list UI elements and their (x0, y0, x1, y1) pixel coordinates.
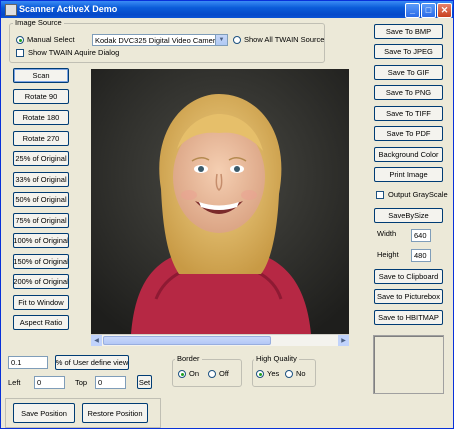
selected-source: Kodak DVC325 Digital Video Camera (95, 35, 220, 45)
picturebox (373, 335, 444, 394)
maximize-button[interactable]: □ (421, 3, 436, 18)
save-to-picturebox-button[interactable]: Save to Picturebox (374, 289, 443, 304)
width-input[interactable]: 640 (411, 229, 431, 242)
quality-no-label: No (296, 369, 306, 378)
output-grayscale-checkbox[interactable] (376, 191, 384, 199)
height-label: Height (377, 250, 399, 259)
zoom-33-button[interactable]: 33% of Original (13, 172, 69, 187)
app-icon (5, 4, 17, 16)
restore-position-button[interactable]: Restore Position (82, 403, 148, 423)
left-label: Left (8, 378, 21, 387)
print-image-button[interactable]: Print Image (374, 167, 443, 182)
border-off-radio[interactable] (208, 370, 216, 378)
window-title: Scanner ActiveX Demo (19, 4, 118, 14)
show-all-radio[interactable] (233, 36, 241, 44)
main-window: Scanner ActiveX Demo _ □ ✕ Image Source … (0, 0, 454, 429)
fit-to-window-button[interactable]: Fit to Window (13, 295, 69, 310)
scroll-left-icon[interactable]: ◀ (91, 335, 102, 346)
show-all-label: Show All TWAIN Source (244, 35, 325, 44)
save-to-bmp-button[interactable]: Save To BMP (374, 24, 443, 39)
show-twain-dialog-checkbox[interactable] (16, 49, 24, 57)
save-by-size-button[interactable]: SaveBySize (374, 208, 443, 223)
border-on-radio[interactable] (178, 370, 186, 378)
save-to-png-button[interactable]: Save To PNG (374, 85, 443, 100)
save-to-clipboard-button[interactable]: Save to Clipboard (374, 269, 443, 284)
scroll-right-icon[interactable]: ▶ (338, 335, 349, 346)
image-preview[interactable] (91, 69, 349, 334)
save-to-gif-button[interactable]: Save To GIF (374, 65, 443, 80)
left-input[interactable]: 0 (34, 376, 65, 389)
minimize-button[interactable]: _ (405, 3, 420, 18)
image-source-title: Image Source (13, 18, 64, 27)
title-bar[interactable]: Scanner ActiveX Demo _ □ ✕ (1, 1, 453, 18)
user-define-view-button[interactable]: % of User define view (55, 355, 129, 370)
manual-select-label: Manual Select (27, 35, 75, 44)
scan-button[interactable]: Scan (13, 68, 69, 83)
zoom-150-button[interactable]: 150% of Original (13, 254, 69, 269)
border-off-label: Off (219, 369, 229, 378)
scrollbar-thumb[interactable] (103, 336, 271, 345)
save-to-tiff-button[interactable]: Save To TIFF (374, 106, 443, 121)
save-to-hbitmap-button[interactable]: Save to HBITMAP (374, 310, 443, 325)
set-position-button[interactable]: Set (137, 375, 152, 389)
zoom-25-button[interactable]: 25% of Original (13, 151, 69, 166)
close-button[interactable]: ✕ (437, 3, 452, 18)
border-on-label: On (189, 369, 200, 378)
rotate-90-button[interactable]: Rotate 90 (13, 89, 69, 104)
manual-select-radio[interactable] (16, 36, 24, 44)
rotate-270-button[interactable]: Rotate 270 (13, 131, 69, 146)
output-grayscale-label: Output GrayScale (388, 190, 448, 199)
top-label: Top (75, 378, 88, 387)
height-input[interactable]: 480 (411, 249, 431, 262)
show-twain-dialog-label: Show TWAIN Aquire Dialog (28, 48, 120, 57)
save-to-pdf-button[interactable]: Save To PDF (374, 126, 443, 141)
background-color-button[interactable]: Background Color (374, 147, 443, 162)
width-label: Width (377, 229, 397, 238)
border-title: Border (175, 354, 202, 363)
chevron-down-icon[interactable]: ▼ (215, 35, 227, 45)
rotate-180-button[interactable]: Rotate 180 (13, 110, 69, 125)
save-to-jpeg-button[interactable]: Save To JPEG (374, 44, 443, 59)
preview-horizontal-scrollbar[interactable]: ◀ ▶ (91, 334, 349, 346)
save-position-button[interactable]: Save Position (13, 403, 75, 423)
top-input[interactable]: 0 (95, 376, 126, 389)
zoom-75-button[interactable]: 75% of Original (13, 213, 69, 228)
user-zoom-input[interactable]: 0.1 (8, 356, 48, 369)
zoom-200-button[interactable]: 200% of Original (13, 274, 69, 289)
scanned-photo (91, 69, 349, 334)
quality-yes-radio[interactable] (256, 370, 264, 378)
aspect-ratio-button[interactable]: Aspect Ratio (13, 315, 69, 330)
zoom-100-button[interactable]: 100% of Original (13, 233, 69, 248)
high-quality-title: High Quality (254, 354, 299, 363)
quality-no-radio[interactable] (285, 370, 293, 378)
twain-source-select[interactable]: Kodak DVC325 Digital Video Camera ▼ (92, 34, 228, 46)
zoom-50-button[interactable]: 50% of Original (13, 192, 69, 207)
quality-yes-label: Yes (267, 369, 280, 378)
